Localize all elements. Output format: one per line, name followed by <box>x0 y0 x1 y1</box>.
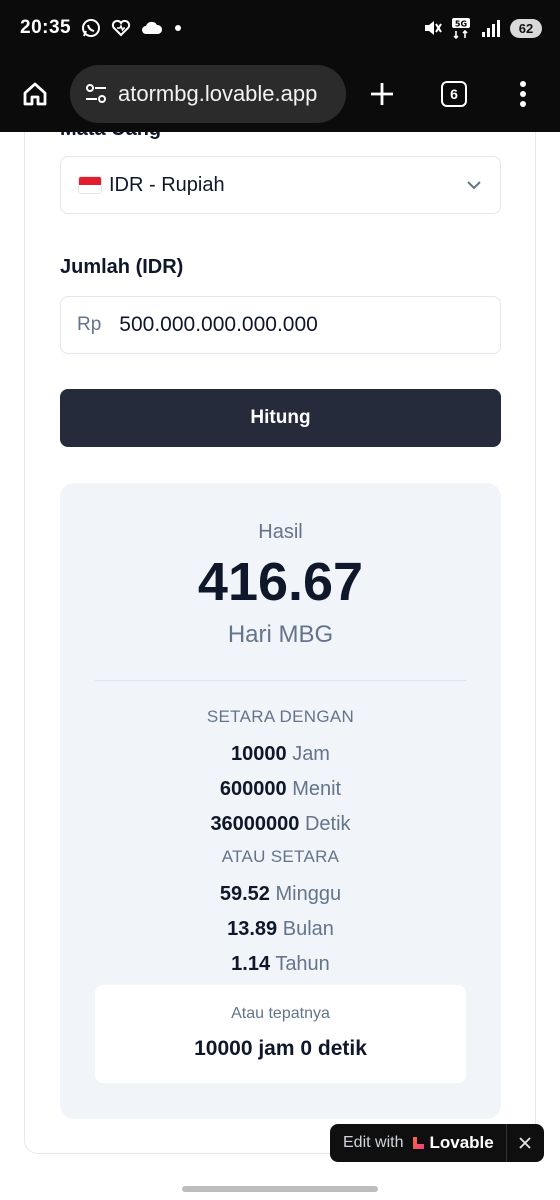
gesture-navigation-bar[interactable] <box>182 1186 378 1192</box>
dot-icon <box>173 23 183 33</box>
page-content: Mata Uang IDR - Rupiah Jumlah (IDR) Rp H… <box>0 132 560 1200</box>
alternative-row: 13.89 Bulan <box>227 918 334 940</box>
currency-label: Mata Uang <box>60 132 161 141</box>
tab-count: 6 <box>441 81 467 107</box>
close-badge-button[interactable] <box>507 1124 543 1162</box>
equivalent-row: 36000000 Detik <box>210 813 351 835</box>
amount-field[interactable]: Rp <box>60 296 501 354</box>
lovable-badge[interactable]: Edit with Lovable <box>330 1124 544 1162</box>
svg-text:5G: 5G <box>455 20 467 29</box>
currency-select[interactable]: IDR - Rupiah <box>60 156 501 214</box>
status-bar: 20:35 5G 62 <box>0 0 560 56</box>
exact-value: 10000 jam 0 detik <box>194 1037 367 1060</box>
alternative-header: ATAU SETARA <box>221 847 340 866</box>
alternative-row: 1.14 Tahun <box>231 953 330 975</box>
new-tab-button[interactable] <box>346 56 418 132</box>
amount-prefix: Rp <box>77 314 102 335</box>
exact-result-box: Atau tepatnya 10000 jam 0 detik <box>95 985 466 1083</box>
more-vertical-icon <box>520 81 526 107</box>
amount-label: Jumlah (IDR) <box>60 256 184 278</box>
site-settings-icon[interactable] <box>84 83 108 105</box>
cloud-icon <box>141 20 163 36</box>
result-label: Hasil <box>258 521 303 543</box>
lovable-edit-text: Edit with <box>343 1134 404 1151</box>
amount-input[interactable] <box>119 313 480 337</box>
mute-icon <box>422 18 442 38</box>
equivalent-row: 10000 Jam <box>231 743 330 765</box>
divider <box>95 680 466 681</box>
home-button[interactable] <box>0 56 70 132</box>
exact-label: Atau tepatnya <box>231 1005 330 1022</box>
lovable-brand: Lovable <box>429 1133 494 1152</box>
close-icon <box>519 1137 531 1149</box>
equivalent-header: SETARA DENGAN <box>206 707 355 726</box>
result-unit: Hari MBG <box>227 621 334 648</box>
home-icon <box>23 82 47 106</box>
indonesia-flag-icon <box>79 177 101 193</box>
result-value: 416.67 <box>197 552 364 612</box>
heart-icon <box>111 19 131 37</box>
result-panel: Hasil 416.67 Hari MBG SETARA DENGAN 1000… <box>60 483 501 1119</box>
address-bar[interactable]: atormbg.lovable.app <box>70 65 346 123</box>
currency-select-value: IDR - Rupiah <box>109 173 225 196</box>
battery-level: 62 <box>510 18 542 38</box>
equivalent-row: 600000 Menit <box>219 778 342 800</box>
plus-icon <box>371 83 393 105</box>
whatsapp-icon <box>81 18 101 38</box>
url-text: atormbg.lovable.app <box>118 81 318 106</box>
browser-menu-button[interactable] <box>490 56 556 132</box>
signal-icon <box>480 18 502 38</box>
chevron-down-icon <box>467 181 481 190</box>
lovable-heart-icon <box>411 1136 425 1150</box>
tab-switcher-button[interactable]: 6 <box>418 56 490 132</box>
5g-icon: 5G <box>450 17 472 39</box>
alternative-row: 59.52 Minggu <box>219 883 342 905</box>
status-time: 20:35 <box>20 17 72 38</box>
calculate-button[interactable]: Hitung <box>60 389 501 447</box>
browser-toolbar: atormbg.lovable.app 6 <box>0 56 560 132</box>
